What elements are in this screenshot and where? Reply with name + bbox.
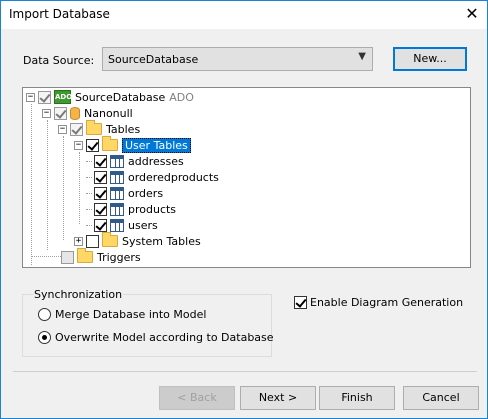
back-button[interactable]: < Back bbox=[159, 386, 235, 410]
folder-icon bbox=[102, 232, 118, 247]
finish-button[interactable]: Finish bbox=[319, 386, 395, 410]
folder-icon bbox=[77, 248, 93, 263]
triggers-checkbox[interactable] bbox=[61, 250, 74, 264]
tree-node-table[interactable]: addresses bbox=[86, 153, 184, 169]
tree-connector bbox=[86, 224, 92, 226]
folder-icon bbox=[86, 120, 102, 135]
table-checkbox[interactable] bbox=[94, 170, 107, 184]
cancel-button[interactable]: Cancel bbox=[403, 386, 479, 410]
tree-connector bbox=[31, 104, 32, 265]
tree-node-table[interactable]: users bbox=[86, 217, 158, 233]
title-bar: Import Database ✕ bbox=[1, 1, 487, 29]
overwrite-radio-button[interactable] bbox=[38, 331, 51, 344]
table-label: orders bbox=[128, 186, 164, 200]
tables-label: Tables bbox=[106, 122, 141, 136]
table-icon bbox=[110, 218, 124, 232]
tree-node-source-database[interactable]: − ADO SourceDatabase ADO bbox=[26, 89, 194, 105]
overwrite-radio-option[interactable]: Overwrite Model according to Database bbox=[38, 331, 274, 344]
table-checkbox[interactable] bbox=[94, 202, 107, 216]
tree-connector bbox=[86, 192, 92, 194]
merge-radio-button[interactable] bbox=[38, 308, 51, 321]
table-icon bbox=[110, 186, 124, 200]
source-database-checkbox[interactable] bbox=[38, 90, 51, 104]
tree-connector bbox=[79, 152, 80, 224]
table-label: products bbox=[128, 202, 177, 216]
tree-node-table[interactable]: orders bbox=[86, 185, 163, 201]
database-tree[interactable]: − ADO SourceDatabase ADO − Nanonull − Ta… bbox=[22, 87, 471, 268]
table-label: addresses bbox=[128, 154, 184, 168]
overwrite-label: Overwrite Model according to Database bbox=[55, 331, 274, 344]
tree-node-user-tables[interactable]: − User Tables bbox=[74, 136, 191, 153]
tree-connector bbox=[63, 136, 64, 240]
tree-connector bbox=[31, 256, 61, 257]
merge-label: Merge Database into Model bbox=[55, 308, 207, 321]
expand-icon[interactable]: + bbox=[74, 236, 83, 246]
tree-node-triggers[interactable]: Triggers bbox=[61, 248, 141, 265]
synchronization-title: Synchronization bbox=[33, 288, 124, 301]
nanonull-label: Nanonull bbox=[84, 106, 133, 120]
data-source-label: Data Source: bbox=[23, 54, 95, 67]
table-checkbox[interactable] bbox=[94, 186, 107, 200]
table-icon bbox=[110, 170, 124, 184]
folder-icon bbox=[102, 136, 118, 151]
synchronization-group bbox=[22, 294, 272, 357]
table-checkbox[interactable] bbox=[94, 154, 107, 168]
new-button[interactable]: New... bbox=[393, 47, 467, 71]
system-tables-label: System Tables bbox=[122, 234, 201, 248]
tree-node-nanonull[interactable]: − Nanonull bbox=[42, 105, 133, 121]
source-database-label: SourceDatabase bbox=[75, 90, 166, 104]
collapse-icon[interactable]: − bbox=[26, 92, 35, 102]
collapse-icon[interactable]: − bbox=[58, 124, 67, 134]
merge-radio-option[interactable]: Merge Database into Model bbox=[38, 308, 206, 321]
data-source-value: SourceDatabase bbox=[108, 53, 199, 66]
table-label: orderedproducts bbox=[128, 170, 219, 184]
tree-node-system-tables[interactable]: + System Tables bbox=[58, 232, 201, 249]
table-label: users bbox=[128, 218, 158, 232]
chevron-down-icon: ▼ bbox=[358, 51, 366, 62]
tree-node-table[interactable]: orderedproducts bbox=[86, 169, 219, 185]
import-database-dialog: Import Database ✕ Data Source: SourceDat… bbox=[0, 0, 488, 419]
tree-node-table[interactable]: products bbox=[86, 201, 176, 217]
enable-diagram-option[interactable]: Enable Diagram Generation bbox=[294, 296, 463, 309]
next-button[interactable]: Next > bbox=[240, 386, 316, 410]
user-tables-label: User Tables bbox=[122, 137, 191, 153]
close-icon[interactable]: ✕ bbox=[457, 1, 487, 29]
system-tables-checkbox[interactable] bbox=[86, 234, 99, 248]
table-icon bbox=[110, 154, 124, 168]
footer-separator bbox=[13, 371, 477, 372]
ado-database-icon: ADO bbox=[54, 90, 72, 104]
tables-checkbox[interactable] bbox=[70, 122, 83, 136]
collapse-icon[interactable]: − bbox=[42, 108, 51, 118]
nanonull-checkbox[interactable] bbox=[54, 106, 67, 120]
enable-diagram-checkbox[interactable] bbox=[294, 296, 307, 309]
user-tables-checkbox[interactable] bbox=[86, 138, 99, 152]
tree-connector bbox=[86, 208, 92, 210]
tree-connector bbox=[86, 160, 92, 162]
triggers-label: Triggers bbox=[97, 250, 141, 264]
window-title: Import Database bbox=[9, 7, 110, 21]
tree-node-tables[interactable]: − Tables bbox=[58, 120, 141, 137]
table-icon bbox=[110, 202, 124, 216]
database-icon bbox=[70, 106, 80, 120]
enable-diagram-label: Enable Diagram Generation bbox=[310, 296, 464, 309]
tree-connector bbox=[47, 120, 48, 250]
table-checkbox[interactable] bbox=[94, 218, 107, 232]
collapse-icon[interactable]: − bbox=[74, 140, 83, 150]
data-source-dropdown[interactable]: SourceDatabase ▼ bbox=[102, 47, 373, 71]
source-database-type: ADO bbox=[169, 90, 194, 104]
tree-connector bbox=[86, 176, 92, 178]
